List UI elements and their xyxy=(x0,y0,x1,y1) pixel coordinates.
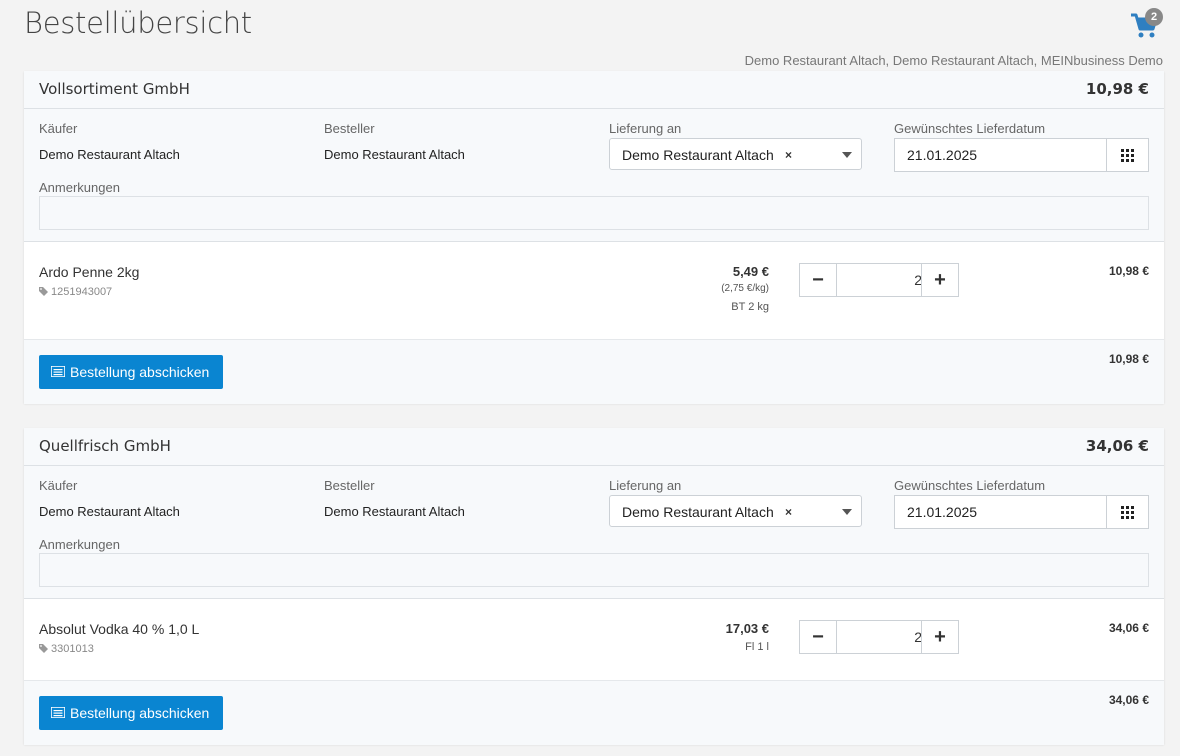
buyer-label: Käufer xyxy=(39,121,78,136)
quantity-stepper[interactable]: − 2 + xyxy=(799,263,959,297)
date-picker-button[interactable] xyxy=(1106,139,1148,171)
item-code-value: 1251943007 xyxy=(51,286,113,298)
orderer-value: Demo Restaurant Altach xyxy=(324,147,465,162)
date-label: Gewünschtes Lieferdatum xyxy=(894,478,1046,493)
delivery-label: Lieferung an xyxy=(609,478,682,493)
order-card: Vollsortiment GmbH 10,98 € Käufer Demo R… xyxy=(24,71,1164,404)
calendar-grid-icon xyxy=(1121,506,1134,519)
chevron-down-icon xyxy=(842,152,852,158)
item-code: 3301013 xyxy=(39,643,94,655)
cart-count-badge: 2 xyxy=(1145,8,1163,26)
orderer-label: Besteller xyxy=(324,478,375,493)
order-meta: Käufer Demo Restaurant Altach Besteller … xyxy=(24,466,1164,599)
context-breadcrumb: Demo Restaurant Altach, Demo Restaurant … xyxy=(744,53,1163,68)
item-unit-price: (2,75 €/kg) xyxy=(721,283,769,294)
order-card: Quellfrisch GmbH 34,06 € Käufer Demo Res… xyxy=(24,428,1164,745)
supplier-name: Quellfrisch GmbH xyxy=(39,437,171,455)
date-picker-button[interactable] xyxy=(1106,496,1148,528)
increase-quantity-button[interactable]: + xyxy=(921,264,958,296)
delivery-select[interactable]: Demo Restaurant Altach × xyxy=(609,138,862,170)
delivery-value: Demo Restaurant Altach xyxy=(622,147,774,163)
order-item: Ardo Penne 2kg 1251943007 5,49 € (2,75 €… xyxy=(24,242,1164,340)
order-overview-page: Bestellübersicht 2 Demo Restaurant Altac… xyxy=(0,0,1180,756)
item-line-total: 10,98 € xyxy=(1108,264,1149,278)
item-code-value: 3301013 xyxy=(51,643,94,655)
clear-selection-button[interactable]: × xyxy=(785,148,792,162)
order-card-header: Quellfrisch GmbH 34,06 € xyxy=(24,428,1164,466)
remarks-input[interactable] xyxy=(39,553,1149,587)
page-title: Bestellübersicht xyxy=(24,6,252,40)
order-footer: Bestellung abschicken 34,06 € xyxy=(24,681,1164,745)
increase-quantity-button[interactable]: + xyxy=(921,621,958,653)
footer-total: 10,98 € xyxy=(1108,352,1149,366)
delivery-date-value: 21.01.2025 xyxy=(907,504,978,520)
item-line-total: 34,06 € xyxy=(1108,621,1149,635)
quantity-value[interactable]: 2 xyxy=(837,629,922,645)
buyer-value: Demo Restaurant Altach xyxy=(39,504,180,519)
item-pack-size: Fl 1 l xyxy=(745,641,769,653)
submit-order-button[interactable]: Bestellung abschicken xyxy=(39,355,223,389)
decrease-quantity-button[interactable]: − xyxy=(800,264,837,296)
order-card-header: Vollsortiment GmbH 10,98 € xyxy=(24,71,1164,109)
remarks-input[interactable] xyxy=(39,196,1149,230)
order-total: 34,06 € xyxy=(1085,437,1149,455)
item-code: 1251943007 xyxy=(39,286,112,298)
delivery-date-value: 21.01.2025 xyxy=(907,147,978,163)
submit-order-button[interactable]: Bestellung abschicken xyxy=(39,696,223,730)
order-item: Absolut Vodka 40 % 1,0 L 3301013 17,03 €… xyxy=(24,599,1164,681)
orderer-value: Demo Restaurant Altach xyxy=(324,504,465,519)
delivery-select[interactable]: Demo Restaurant Altach × xyxy=(609,495,862,527)
footer-total: 34,06 € xyxy=(1108,693,1149,707)
decrease-quantity-button[interactable]: − xyxy=(800,621,837,653)
item-name: Ardo Penne 2kg xyxy=(39,264,140,280)
order-footer: Bestellung abschicken 10,98 € xyxy=(24,340,1164,404)
tag-icon xyxy=(39,644,48,653)
date-label: Gewünschtes Lieferdatum xyxy=(894,121,1046,136)
item-price: 5,49 € xyxy=(732,264,769,279)
tag-icon xyxy=(39,287,48,296)
order-total: 10,98 € xyxy=(1085,80,1149,98)
supplier-name: Vollsortiment GmbH xyxy=(39,80,190,98)
item-price: 17,03 € xyxy=(725,621,769,636)
quantity-stepper[interactable]: − 2 + xyxy=(799,620,959,654)
remarks-label: Anmerkungen xyxy=(39,537,120,552)
item-name: Absolut Vodka 40 % 1,0 L xyxy=(39,621,200,637)
remarks-label: Anmerkungen xyxy=(39,180,120,195)
delivery-date-field[interactable]: 21.01.2025 xyxy=(894,495,1149,529)
quantity-value[interactable]: 2 xyxy=(837,272,922,288)
calendar-grid-icon xyxy=(1121,149,1134,162)
order-meta: Käufer Demo Restaurant Altach Besteller … xyxy=(24,109,1164,242)
cart-button[interactable]: 2 xyxy=(1130,8,1163,42)
submit-order-label: Bestellung abschicken xyxy=(70,364,210,380)
delivery-date-field[interactable]: 21.01.2025 xyxy=(894,138,1149,172)
item-pack-size: BT 2 kg xyxy=(731,301,769,313)
list-icon xyxy=(51,366,65,377)
delivery-label: Lieferung an xyxy=(609,121,682,136)
orderer-label: Besteller xyxy=(324,121,375,136)
buyer-value: Demo Restaurant Altach xyxy=(39,147,180,162)
buyer-label: Käufer xyxy=(39,478,78,493)
submit-order-label: Bestellung abschicken xyxy=(70,705,210,721)
clear-selection-button[interactable]: × xyxy=(785,505,792,519)
chevron-down-icon xyxy=(842,509,852,515)
list-icon xyxy=(51,707,65,718)
delivery-value: Demo Restaurant Altach xyxy=(622,504,774,520)
